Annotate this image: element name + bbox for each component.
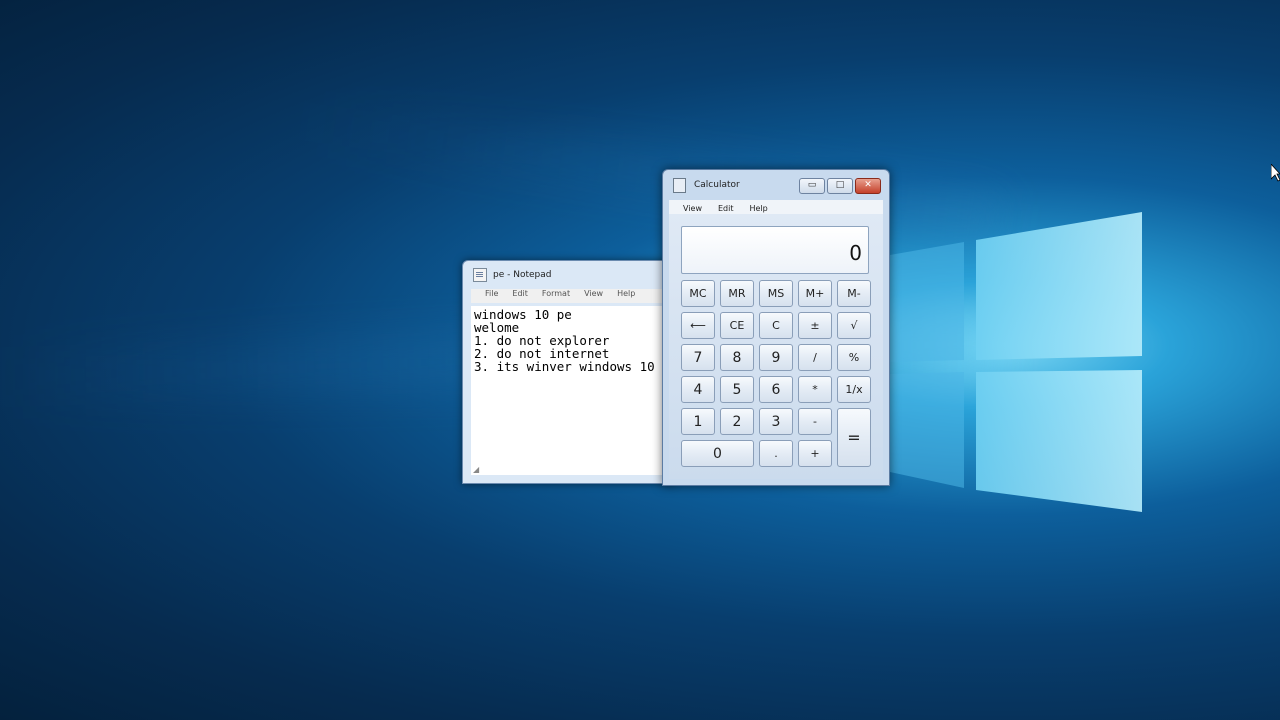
calculator-titlebar[interactable]: Calculator ▭ □ ✕ — [663, 170, 889, 200]
calculator-body: 0 MC MR MS M+ M- ⟵ CE C ± √ 7 8 9 / % 4 … — [669, 214, 883, 479]
percent-button[interactable]: % — [837, 344, 871, 371]
menu-file[interactable]: File — [485, 289, 498, 303]
minimize-button[interactable]: ▭ — [799, 178, 825, 194]
equals-button[interactable]: = — [837, 408, 871, 467]
m-plus-button[interactable]: M+ — [798, 280, 832, 307]
menu-format[interactable]: Format — [542, 289, 570, 303]
menu-edit[interactable]: Edit — [512, 289, 528, 303]
digit-0-button[interactable]: 0 — [681, 440, 754, 467]
subtract-button[interactable]: - — [798, 408, 832, 435]
mouse-cursor-icon — [1271, 164, 1280, 182]
calculator-window[interactable]: Calculator ▭ □ ✕ View Edit Help 0 MC MR … — [662, 169, 890, 486]
digit-5-button[interactable]: 5 — [720, 376, 754, 403]
calculator-keypad: MC MR MS M+ M- ⟵ CE C ± √ 7 8 9 / % 4 5 … — [681, 280, 871, 470]
digit-2-button[interactable]: 2 — [720, 408, 754, 435]
menu-view[interactable]: View — [584, 289, 603, 303]
clear-button[interactable]: C — [759, 312, 793, 339]
digit-8-button[interactable]: 8 — [720, 344, 754, 371]
calculator-icon — [673, 177, 686, 193]
notepad-title: pe - Notepad — [493, 270, 552, 280]
notepad-window[interactable]: pe - Notepad File Edit Format View Help … — [462, 260, 674, 484]
divide-button[interactable]: / — [798, 344, 832, 371]
maximize-button[interactable]: □ — [827, 178, 853, 194]
plus-minus-button[interactable]: ± — [798, 312, 832, 339]
notepad-titlebar[interactable]: pe - Notepad — [463, 261, 673, 289]
menu-edit[interactable]: Edit — [718, 204, 734, 213]
mc-button[interactable]: MC — [681, 280, 715, 307]
digit-4-button[interactable]: 4 — [681, 376, 715, 403]
ms-button[interactable]: MS — [759, 280, 793, 307]
backspace-button[interactable]: ⟵ — [681, 312, 715, 339]
windows-logo-wallpaper — [880, 200, 1160, 520]
notepad-menubar: File Edit Format View Help — [471, 289, 665, 303]
menu-view[interactable]: View — [683, 204, 702, 213]
multiply-button[interactable]: * — [798, 376, 832, 403]
clear-entry-button[interactable]: CE — [720, 312, 754, 339]
digit-9-button[interactable]: 9 — [759, 344, 793, 371]
digit-6-button[interactable]: 6 — [759, 376, 793, 403]
decimal-button[interactable]: . — [759, 440, 793, 467]
digit-7-button[interactable]: 7 — [681, 344, 715, 371]
menu-help[interactable]: Help — [617, 289, 635, 303]
menu-help[interactable]: Help — [749, 204, 767, 213]
resize-grip-icon[interactable]: ◢ — [473, 465, 479, 474]
add-button[interactable]: + — [798, 440, 832, 467]
square-root-button[interactable]: √ — [837, 312, 871, 339]
notepad-text-area[interactable]: windows 10 pe welome 1. do not explorer … — [471, 306, 673, 475]
calculator-display: 0 — [681, 226, 869, 274]
calculator-title: Calculator — [694, 180, 740, 190]
close-button[interactable]: ✕ — [855, 178, 881, 194]
mr-button[interactable]: MR — [720, 280, 754, 307]
reciprocal-button[interactable]: 1/x — [837, 376, 871, 403]
m-minus-button[interactable]: M- — [837, 280, 871, 307]
digit-1-button[interactable]: 1 — [681, 408, 715, 435]
notepad-icon — [473, 268, 487, 282]
digit-3-button[interactable]: 3 — [759, 408, 793, 435]
